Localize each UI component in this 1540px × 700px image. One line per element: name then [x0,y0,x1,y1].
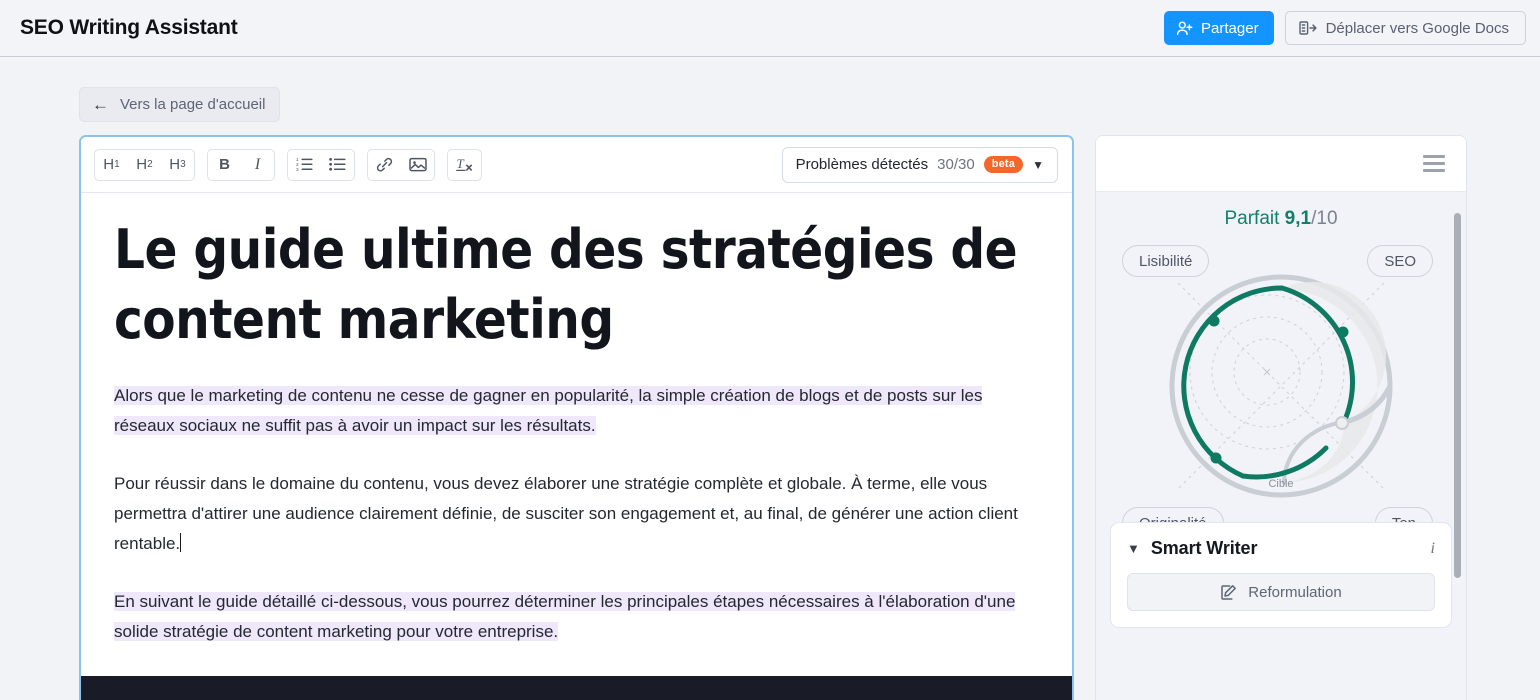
document-editor-area[interactable]: Le guide ultime des stratégies de conten… [81,193,1072,700]
move-to-google-docs-button[interactable]: Déplacer vers Google Docs [1285,11,1526,45]
axis-label-seo[interactable]: SEO [1367,245,1433,277]
header-actions: Partager Déplacer vers Google Docs [1164,11,1526,45]
document-paragraph-3: En suivant le guide détaillé ci-dessous,… [114,587,1040,647]
clear-formatting-button[interactable]: T [448,150,481,180]
issues-label: Problèmes détectés [796,156,929,173]
heading-3-button[interactable]: H3 [161,150,194,180]
back-button-label: Vers la page d'accueil [120,96,265,113]
radar-point-seo [1338,327,1349,338]
reformulation-button[interactable]: Reformulation [1127,573,1435,611]
bullet-list-icon[interactable] [321,150,354,180]
analysis-sidebar: Parfait 9,1/10 [1095,135,1467,700]
document-paragraph-1: Alors que le marketing de contenu ne ces… [114,381,1040,441]
radar-point-originalite [1211,453,1222,464]
user-plus-icon [1176,20,1193,37]
bold-button[interactable]: B [208,150,241,180]
radar-chart-svg [1136,236,1426,536]
radar-score-curve-2 [1243,448,1326,477]
text-caret [180,533,181,552]
heading-2-button[interactable]: H2 [128,150,161,180]
paragraph-text: Pour réussir dans le domaine du contenu,… [114,474,1018,553]
ordered-list-icon[interactable]: 1 2 3 [288,150,321,180]
share-button[interactable]: Partager [1164,11,1274,45]
link-icon[interactable] [368,150,401,180]
chevron-down-icon: ▼ [1032,159,1044,171]
chevron-down-icon[interactable]: ▼ [1127,541,1140,556]
beta-badge: beta [984,156,1023,173]
reformulation-label: Reformulation [1248,584,1341,601]
radar-point-lisibilite [1209,316,1220,327]
edit-pencil-icon [1220,584,1237,601]
sidebar-scrollbar[interactable] [1454,213,1461,578]
smart-writer-title: Smart Writer [1151,538,1258,559]
sidebar-header [1096,136,1466,192]
document-paragraph-2: Pour réussir dans le domaine du contenu,… [114,469,1040,559]
issues-detected-dropdown[interactable]: Problèmes détectés 30/30 beta ▼ [782,147,1058,183]
radar-chart: Lisibilité SEO Originalité Ton Cible [1110,236,1452,536]
heading-button-group: H1 H2 H3 [94,149,195,181]
document-image-block [81,676,1072,700]
insert-button-group [367,149,435,181]
page-title: SEO Writing Assistant [20,16,238,40]
radar-point-ton [1336,417,1348,429]
text-style-group: B I [207,149,275,181]
highlighted-text: En suivant le guide détaillé ci-dessous,… [114,592,1015,641]
radar-center-cross [1264,369,1270,375]
highlighted-text: Alors que le marketing de contenu ne ces… [114,386,982,435]
svg-text:T: T [456,156,464,171]
image-icon[interactable] [401,150,434,180]
move-to-docs-label: Déplacer vers Google Docs [1326,20,1509,37]
list-button-group: 1 2 3 [287,149,355,181]
svg-text:3: 3 [296,167,299,172]
document-title: Le guide ultime des stratégies de conten… [114,215,1040,355]
hamburger-icon[interactable] [1419,151,1449,176]
score-value: 9,1 [1285,208,1311,229]
overall-score: Parfait 9,1/10 [1110,208,1452,230]
target-label: Cible [1268,478,1293,490]
share-button-label: Partager [1201,20,1259,37]
app-header: SEO Writing Assistant Partager Déplace [0,0,1540,57]
smart-writer-header[interactable]: ▼ Smart Writer i [1127,538,1435,559]
score-rating: Parfait [1224,208,1279,229]
heading-1-button[interactable]: H1 [95,150,128,180]
arrow-left-icon: ← [92,96,109,113]
back-to-home-button[interactable]: ← Vers la page d'accueil [79,87,280,122]
info-icon[interactable]: i [1431,540,1435,558]
editor-panel: H1 H2 H3 B I 1 2 3 [79,135,1074,700]
clear-format-group: T [447,149,482,181]
score-out-of: /10 [1311,208,1337,229]
axis-label-lisibilite[interactable]: Lisibilité [1122,245,1209,277]
smart-writer-card: ▼ Smart Writer i Reformulation [1110,522,1452,628]
move-to-docs-icon [1299,20,1317,36]
sidebar-body: Parfait 9,1/10 [1096,192,1466,700]
italic-button[interactable]: I [241,150,274,180]
issues-count: 30/30 [937,156,975,173]
page-body: ← Vers la page d'accueil H1 H2 H3 B I 1 … [0,57,1540,700]
editor-toolbar: H1 H2 H3 B I 1 2 3 [81,137,1072,193]
